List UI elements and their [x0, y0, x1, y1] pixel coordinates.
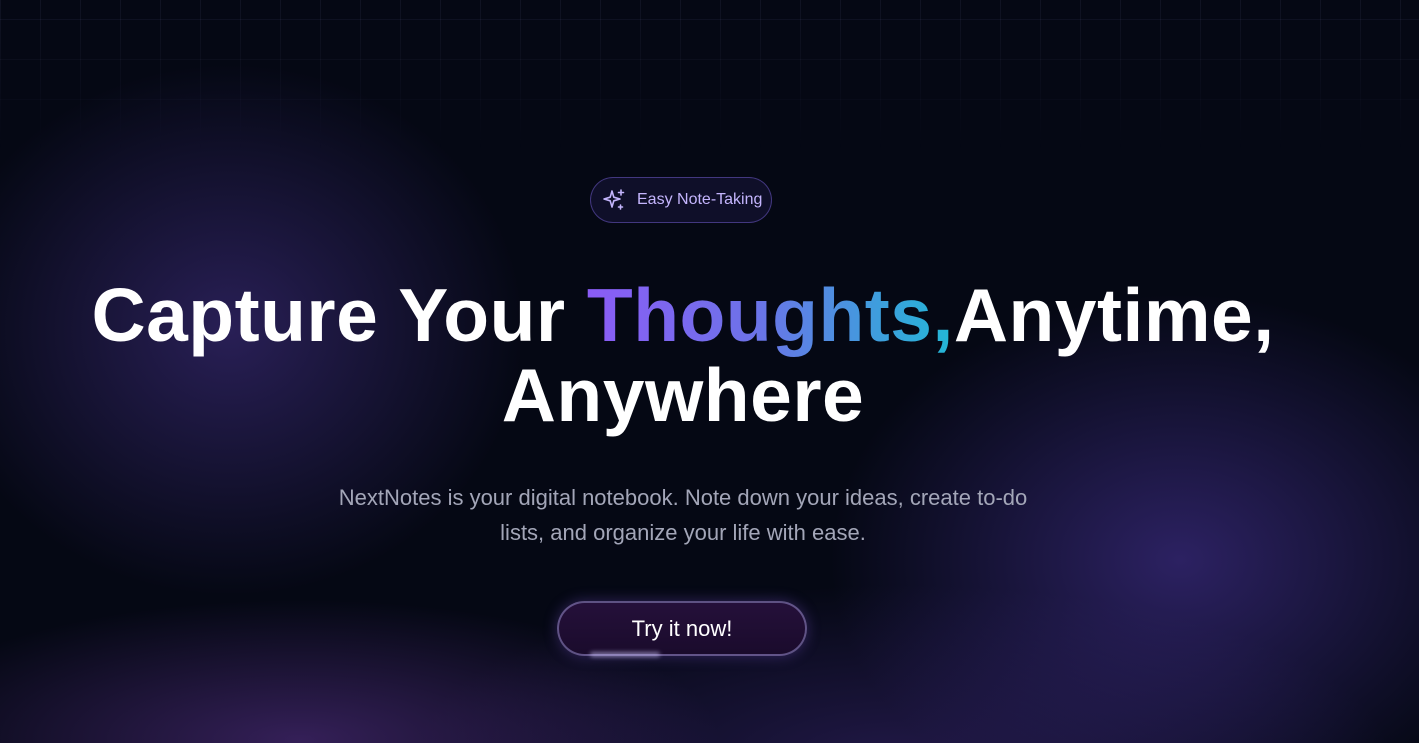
button-glow — [590, 652, 660, 657]
hero-headline: Capture Your Thoughts,Anytime, Anywhere — [0, 275, 1366, 435]
headline-start: Capture Your — [91, 273, 587, 357]
headline-accent: Thoughts, — [586, 273, 954, 357]
feature-badge: Easy Note-Taking — [590, 177, 772, 223]
hero-subtitle: NextNotes is your digital notebook. Note… — [338, 485, 1028, 545]
background-grid — [0, 0, 1419, 150]
headline-end: Anytime, — [953, 273, 1275, 357]
sparkle-icon — [601, 187, 627, 213]
badge-label: Easy Note-Taking — [637, 191, 763, 208]
hero-subtitle-wrap: NextNotes is your digital notebook. Note… — [0, 480, 1366, 550]
try-it-now-button[interactable]: Try it now! — [557, 601, 807, 656]
headline-line2: Anywhere — [501, 353, 865, 437]
landing-page: Easy Note-Taking Capture Your Thoughts,A… — [0, 0, 1419, 743]
